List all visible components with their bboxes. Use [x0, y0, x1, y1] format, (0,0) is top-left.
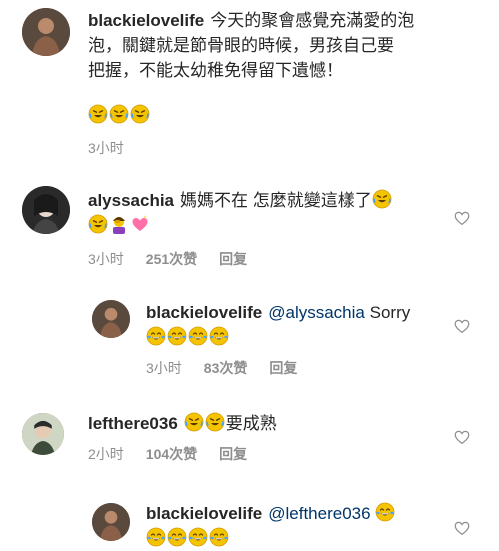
- comment-time: 3小时: [88, 251, 124, 267]
- tears-of-joy-emoji: [209, 527, 229, 547]
- laugh-cry-emoji: [372, 189, 392, 209]
- laugh-cry-emoji: [205, 412, 225, 432]
- reply-button[interactable]: 回复: [269, 358, 297, 378]
- tears-of-joy-emoji: [188, 326, 208, 346]
- comment-username[interactable]: blackielovelife: [146, 504, 262, 523]
- avatar[interactable]: [22, 413, 64, 455]
- heart-icon[interactable]: [453, 317, 471, 335]
- mention-link[interactable]: @alyssachia: [268, 303, 365, 322]
- comment-text: 今天的聚會感覺充滿愛的泡: [210, 11, 415, 30]
- like-count[interactable]: 251次赞: [146, 249, 197, 269]
- sparkling-heart-emoji: [132, 215, 148, 231]
- comment-lefthere036: lefthere036 要成熟 2小时 104次赞 回复: [0, 405, 499, 475]
- comment-text: 把握，不能太幼稚免得留下遺憾！: [88, 61, 343, 80]
- comment-username[interactable]: blackielovelife: [88, 11, 204, 30]
- reply-button[interactable]: 回复: [219, 249, 247, 269]
- comment-text: 要成熟: [225, 414, 277, 433]
- avatar[interactable]: [92, 503, 130, 541]
- comment-text: Sorry: [369, 303, 411, 322]
- tears-of-joy-emoji: [146, 326, 166, 346]
- heart-icon[interactable]: [453, 209, 471, 227]
- emoji-row: [146, 529, 230, 548]
- comment-time: 3小时: [146, 360, 182, 376]
- heart-icon[interactable]: [453, 428, 471, 446]
- mention-link[interactable]: @lefthere036: [268, 504, 370, 523]
- heart-icon[interactable]: [453, 519, 471, 537]
- tears-of-joy-emoji: [167, 527, 187, 547]
- laugh-cry-emoji: [88, 214, 108, 234]
- comment-blackielovelife-main: blackielovelife 今天的聚會感覺充滿愛的泡 泡，關鍵就是節骨眼的時候…: [0, 0, 499, 160]
- comment-username[interactable]: lefthere036: [88, 414, 178, 433]
- emoji-row: [88, 104, 151, 126]
- like-count[interactable]: 104次赞: [146, 444, 197, 464]
- comment-text: 媽媽不在 怎麼就變這樣了: [180, 191, 372, 210]
- comment-time: 3小时: [88, 140, 124, 156]
- tears-of-joy-emoji: [209, 326, 229, 346]
- laugh-cry-emoji: [184, 412, 204, 432]
- comment-username[interactable]: blackielovelife: [146, 303, 262, 322]
- like-count[interactable]: 83次赞: [204, 358, 248, 378]
- comment-reply-blackielovelife-1: blackielovelife @alyssachia Sorry 3小时 83次赞…: [0, 290, 499, 385]
- avatar[interactable]: [92, 300, 130, 338]
- comment-text: 泡，關鍵就是節骨眼的時候，男孩自己要: [88, 36, 394, 55]
- tears-of-joy-emoji: [375, 502, 395, 522]
- comment-reply-blackielovelife-2: blackielovelife @lefthere036: [0, 495, 499, 550]
- tears-of-joy-emoji: [167, 326, 187, 346]
- tears-of-joy-emoji: [146, 527, 166, 547]
- tears-of-joy-emoji: [188, 527, 208, 547]
- laugh-cry-emoji: [88, 104, 108, 124]
- laugh-cry-emoji: [130, 104, 150, 124]
- laugh-cry-emoji: [109, 104, 129, 124]
- comment-time: 2小时: [88, 446, 124, 462]
- avatar[interactable]: [22, 8, 70, 56]
- avatar[interactable]: [22, 186, 70, 234]
- reply-button[interactable]: 回复: [219, 444, 247, 464]
- comment-alyssachia: alyssachia 媽媽不在 怎麼就變這樣了 3小时 251次赞 回复: [0, 180, 499, 270]
- woman-facepalming-emoji: [113, 217, 125, 234]
- emoji-row: [146, 328, 230, 347]
- comment-username[interactable]: alyssachia: [88, 191, 174, 210]
